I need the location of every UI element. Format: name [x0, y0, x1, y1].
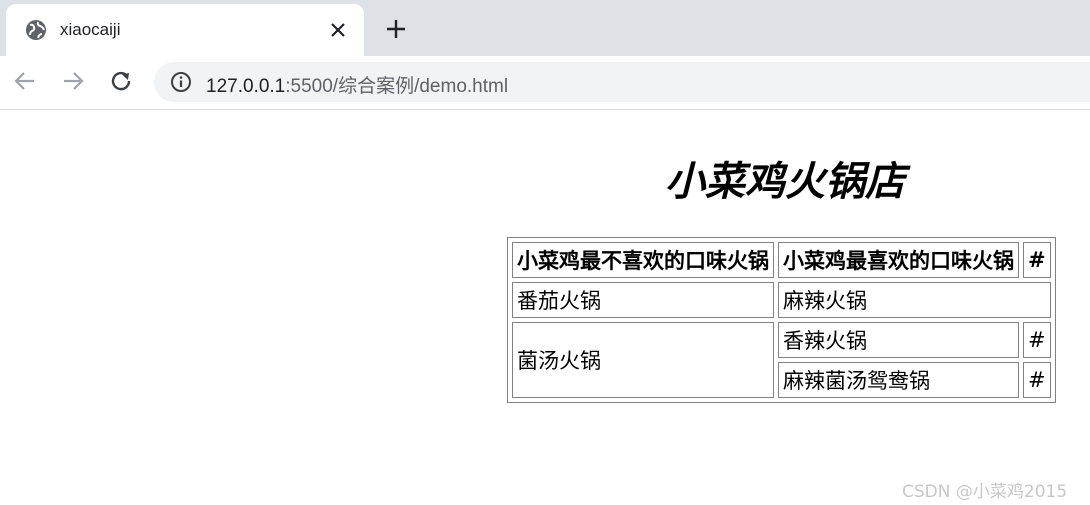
reload-icon[interactable]	[108, 68, 134, 94]
browser-tab[interactable]: xiaocaiji	[6, 4, 364, 56]
globe-icon	[26, 20, 46, 40]
table-cell: 麻辣菌汤鸳鸯锅	[778, 362, 1019, 398]
table-row: 番茄火锅 麻辣火锅	[512, 282, 1051, 318]
table-cell: #	[1023, 322, 1051, 358]
table-row: 菌汤火锅 香辣火锅 #	[512, 322, 1051, 398]
tab-title: xiaocaiji	[60, 20, 121, 39]
browser-toolbar: 127.0.0.1:5500/综合案例/demo.html	[0, 56, 1090, 110]
table-header-row: 小菜鸡最不喜欢的口味火锅 小菜鸡最喜欢的口味火锅 #	[512, 242, 1051, 278]
page-title: 小菜鸡火锅店	[665, 159, 905, 205]
hotpot-table: 小菜鸡最不喜欢的口味火锅 小菜鸡最喜欢的口味火锅 # 番茄火锅 麻辣火锅 菌汤火…	[507, 237, 1056, 403]
address-host: 127.0.0.1	[206, 76, 286, 97]
table-header: #	[1023, 242, 1051, 278]
table-cell: 麻辣火锅	[778, 282, 1051, 318]
table-cell: 番茄火锅	[512, 282, 774, 318]
address-path: :5500/综合案例/demo.html	[285, 76, 509, 97]
address-bar[interactable]: 127.0.0.1:5500/综合案例/demo.html	[154, 62, 1090, 102]
table-header: 小菜鸡最喜欢的口味火锅	[778, 242, 1019, 278]
info-icon[interactable]	[170, 71, 192, 93]
table-cell: 香辣火锅	[778, 322, 1019, 358]
table-cell: #	[1023, 362, 1051, 398]
forward-icon[interactable]	[60, 68, 86, 94]
close-tab-icon[interactable]	[326, 18, 350, 42]
tab-strip: xiaocaiji	[0, 0, 1090, 56]
watermark: CSDN @小菜鸡2015	[902, 482, 1068, 502]
new-tab-icon[interactable]	[383, 16, 409, 42]
back-icon[interactable]	[12, 68, 38, 94]
table-header: 小菜鸡最不喜欢的口味火锅	[512, 242, 774, 278]
address-url[interactable]: 127.0.0.1:5500/综合案例/demo.html	[206, 71, 508, 98]
table-cell: 菌汤火锅	[512, 322, 774, 398]
